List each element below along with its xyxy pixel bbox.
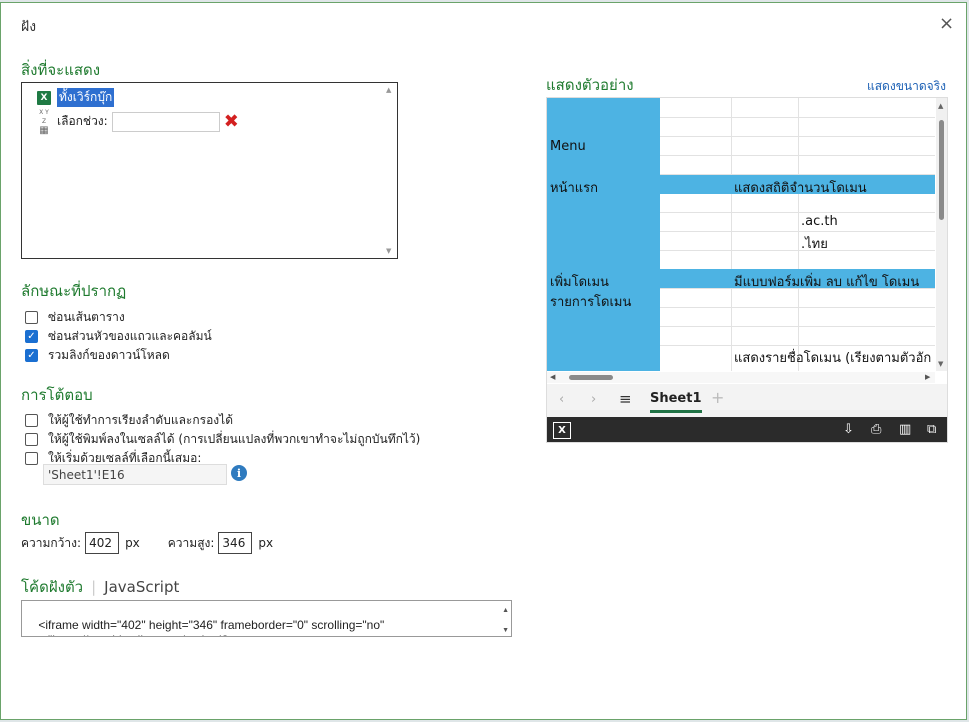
width-label: ความกว้าง: bbox=[21, 535, 82, 550]
appearance-heading: ลักษณะที่ปรากฏ bbox=[21, 282, 127, 300]
preview-frame: Menu หน้าแรก แสดงสถิติจำนวนโดเมน .ac.th … bbox=[546, 97, 948, 443]
what-to-show-panel: X ทั้งเวิร์กบุ๊ก X Y Z ▦ เลือกช่วง: ✖ ▲ ▼ bbox=[21, 82, 398, 259]
tab-sheet1[interactable]: Sheet1 bbox=[650, 391, 702, 413]
size-row: ความกว้าง: 402 px ความสูง: 346 px bbox=[21, 532, 273, 554]
embed-dialog: ฝัง × สิ่งที่จะแสดง X ทั้งเวิร์กบุ๊ก X Y… bbox=[0, 2, 967, 720]
download-icon[interactable]: ⇩ bbox=[843, 422, 854, 437]
width-unit: px bbox=[125, 536, 140, 550]
panel-scrollbar[interactable]: ▲ ▼ bbox=[384, 83, 397, 258]
embed-code-textarea[interactable]: <iframe width="402" height="346" framebo… bbox=[21, 600, 512, 637]
option-label: ให้ผู้ใช้พิมพ์ลงในเซลล์ได้ (การเปลี่ยนแป… bbox=[48, 432, 421, 446]
scroll-thumb[interactable] bbox=[939, 120, 944, 220]
cell-ac-th: .ac.th bbox=[801, 214, 838, 229]
option-label: ซ่อนส่วนหัวของแถวและคอลัมน์ bbox=[48, 329, 212, 343]
option-type-in-cells[interactable]: ให้ผู้ใช้พิมพ์ลงในเซลล์ได้ (การเปลี่ยนแป… bbox=[25, 430, 420, 449]
tree-item-range[interactable]: X Y Z ▦ เลือกช่วง: ✖ bbox=[37, 108, 239, 136]
cell-add-domain: เพิ่มโดเมน bbox=[550, 275, 609, 290]
height-label: ความสูง: bbox=[167, 535, 215, 550]
prev-sheet-icon[interactable]: ‹ bbox=[559, 392, 564, 407]
reading-view-icon[interactable]: ▥ bbox=[899, 422, 911, 437]
start-cell-input[interactable]: 'Sheet1'!E16 bbox=[43, 464, 227, 485]
option-hide-gridlines[interactable]: ซ่อนเส้นตาราง bbox=[25, 308, 125, 327]
option-download-link[interactable]: ✓ รวมลิงก์ของดาวน์โหลด bbox=[25, 346, 170, 365]
excel-icon[interactable]: X bbox=[553, 422, 571, 439]
cell-form: มีแบบฟอร์มเพิ่ม ลบ แก้ไข โดเมน bbox=[734, 275, 920, 290]
cell-thai: .ไทย bbox=[801, 237, 828, 252]
width-input[interactable]: 402 bbox=[85, 532, 120, 554]
scroll-thumb[interactable] bbox=[569, 375, 613, 380]
what-to-show-heading: สิ่งที่จะแสดง bbox=[21, 61, 101, 79]
sheet-menu-icon[interactable]: ≡ bbox=[619, 390, 632, 408]
cell-list-desc: แสดงรายชื่อโดเมน (เรียงตามตัวอัก bbox=[734, 351, 932, 366]
checkbox[interactable] bbox=[25, 414, 38, 427]
popout-icon[interactable]: ⧉ bbox=[927, 422, 936, 437]
size-heading: ขนาด bbox=[21, 511, 60, 529]
option-hide-headers[interactable]: ✓ ซ่อนส่วนหัวของแถวและคอลัมน์ bbox=[25, 327, 212, 346]
dialog-title: ฝัง bbox=[21, 19, 37, 35]
actual-size-link[interactable]: แสดงขนาดจริง bbox=[867, 77, 946, 96]
cell-menu: Menu bbox=[550, 139, 586, 154]
embed-code-text: <iframe width="402" height="346" framebo… bbox=[25, 618, 385, 636]
option-sort-filter[interactable]: ให้ผู้ใช้ทำการเรียงลำดับและกรองได้ bbox=[25, 411, 233, 430]
preview-heading: แสดงตัวอย่าง bbox=[546, 76, 634, 94]
print-icon[interactable]: ⎙ bbox=[871, 422, 881, 437]
option-label: ให้ผู้ใช้ทำการเรียงลำดับและกรองได้ bbox=[48, 413, 233, 427]
embed-code-tabs: โค้ดฝังตัว | JavaScript bbox=[21, 575, 179, 599]
range-input[interactable] bbox=[111, 111, 220, 132]
interaction-heading: การโต้ตอบ bbox=[21, 386, 93, 404]
preview-vertical-scrollbar[interactable]: ▲ ▼ bbox=[936, 98, 947, 371]
tab-embed-code[interactable]: โค้ดฝังตัว bbox=[21, 575, 83, 599]
checkbox[interactable] bbox=[25, 452, 38, 465]
checkbox[interactable] bbox=[25, 433, 38, 446]
excel-icon: X bbox=[37, 90, 51, 105]
range-grid-icon: X Y Z ▦ bbox=[39, 109, 49, 136]
delete-range-icon[interactable]: ✖ bbox=[224, 112, 239, 130]
option-label: ซ่อนเส้นตาราง bbox=[48, 310, 125, 324]
checkbox[interactable] bbox=[25, 311, 38, 324]
add-sheet-icon[interactable]: + bbox=[711, 388, 724, 407]
cell-domain-list: รายการโดเมน bbox=[550, 295, 632, 310]
sheet-tabs-bar: ‹ › ≡ Sheet1 + bbox=[547, 384, 947, 417]
option-label: รวมลิงก์ของดาวน์โหลด bbox=[48, 348, 170, 362]
next-sheet-icon[interactable]: › bbox=[591, 392, 596, 407]
tab-javascript[interactable]: JavaScript bbox=[104, 578, 179, 596]
checkbox-checked[interactable]: ✓ bbox=[25, 330, 38, 343]
code-scroll-down-icon[interactable]: ▼ bbox=[502, 623, 509, 636]
range-label: เลือกช่วง: bbox=[57, 114, 108, 128]
close-icon[interactable]: × bbox=[939, 13, 954, 34]
workbook-label: ทั้งเวิร์กบุ๊ก bbox=[57, 88, 115, 107]
info-icon[interactable]: i bbox=[231, 465, 247, 481]
height-unit: px bbox=[258, 536, 274, 550]
preview-grid[interactable]: Menu หน้าแรก แสดงสถิติจำนวนโดเมน .ac.th … bbox=[547, 98, 935, 371]
preview-horizontal-scrollbar[interactable]: ◀ ▶ bbox=[547, 372, 935, 383]
code-scroll-up-icon[interactable]: ▲ bbox=[502, 603, 509, 618]
tab-separator: | bbox=[91, 578, 97, 596]
height-input[interactable]: 346 bbox=[218, 532, 253, 554]
preview-status-bar: X ⇩ ⎙ ▥ ⧉ bbox=[547, 417, 947, 442]
cell-stats: แสดงสถิติจำนวนโดเมน bbox=[734, 181, 867, 196]
cell-home: หน้าแรก bbox=[550, 181, 598, 196]
checkbox-checked[interactable]: ✓ bbox=[25, 349, 38, 362]
tree-item-workbook[interactable]: X ทั้งเวิร์กบุ๊ก bbox=[37, 88, 115, 107]
